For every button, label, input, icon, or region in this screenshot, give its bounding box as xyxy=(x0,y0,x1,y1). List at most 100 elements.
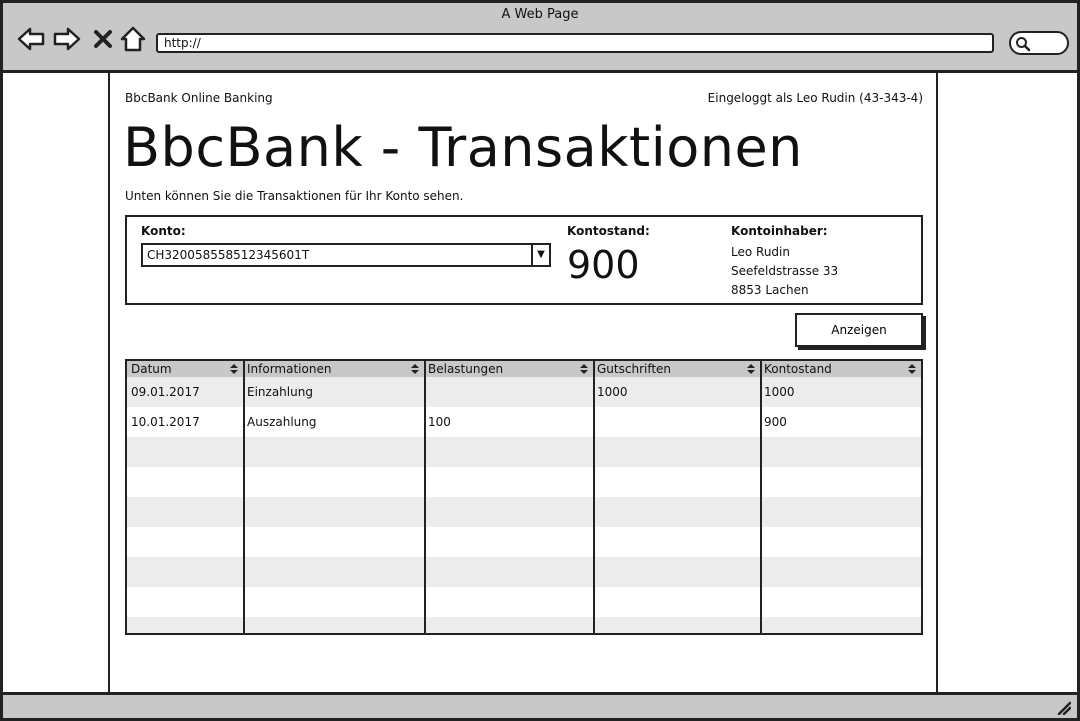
table-cell xyxy=(760,587,921,617)
table-row[interactable]: 10.01.2017 Auszahlung 100 900 xyxy=(127,407,921,437)
balance-value: 900 xyxy=(567,243,640,287)
table-cell xyxy=(593,557,760,587)
table-cell xyxy=(424,617,593,633)
table-cell xyxy=(127,617,243,633)
table-cell xyxy=(593,437,760,467)
sort-icon[interactable] xyxy=(907,363,917,375)
table-cell xyxy=(760,557,921,587)
column-header-label: Kontostand xyxy=(764,362,832,376)
sort-icon[interactable] xyxy=(746,363,756,375)
browser-statusbar xyxy=(3,692,1077,718)
table-cell: 10.01.2017 xyxy=(131,415,200,429)
table-row[interactable] xyxy=(127,617,921,633)
column-header-informationen[interactable]: Informationen xyxy=(243,361,424,377)
table-cell xyxy=(760,437,921,467)
column-header-gutschriften[interactable]: Gutschriften xyxy=(593,361,760,377)
sort-icon[interactable] xyxy=(229,363,239,375)
table-cell xyxy=(593,467,760,497)
table-cell xyxy=(424,437,593,467)
column-header-belastungen[interactable]: Belastungen xyxy=(424,361,593,377)
holder-city: 8853 Lachen xyxy=(731,283,809,297)
table-cell xyxy=(127,497,243,527)
forward-arrow-icon[interactable] xyxy=(53,25,81,53)
table-cell xyxy=(127,527,243,557)
show-button[interactable]: Anzeigen xyxy=(795,313,923,347)
table-cell xyxy=(424,557,593,587)
chevron-down-icon[interactable]: ▼ xyxy=(531,245,549,265)
column-header-label: Informationen xyxy=(247,362,332,376)
table-cell xyxy=(760,617,921,633)
table-cell: Auszahlung xyxy=(247,415,317,429)
table-cell: 100 xyxy=(428,415,451,429)
table-body: 09.01.2017 Einzahlung 1000 1000 10.01.2017 Au… xyxy=(127,377,921,633)
table-cell xyxy=(424,377,593,407)
table-cell xyxy=(243,467,424,497)
column-divider xyxy=(243,361,245,633)
table-cell xyxy=(424,497,593,527)
column-header-datum[interactable]: Datum xyxy=(127,361,243,377)
holder-label: Kontoinhaber: xyxy=(731,224,828,238)
close-icon[interactable] xyxy=(89,25,117,53)
table-cell xyxy=(424,467,593,497)
table-cell: 1000 xyxy=(764,385,795,399)
login-info: Eingeloggt als Leo Rudin (43-343-4) xyxy=(707,91,923,105)
table-cell xyxy=(593,587,760,617)
table-row[interactable] xyxy=(127,557,921,587)
table-cell xyxy=(424,527,593,557)
sort-icon[interactable] xyxy=(410,363,420,375)
account-select[interactable]: CH320058558512345601T ▼ xyxy=(141,243,551,267)
table-cell: 09.01.2017 xyxy=(131,385,200,399)
sort-icon[interactable] xyxy=(579,363,589,375)
table-row[interactable] xyxy=(127,587,921,617)
table-cell xyxy=(243,557,424,587)
page-subtitle: Unten können Sie die Transaktionen für I… xyxy=(125,189,464,203)
column-header-label: Belastungen xyxy=(428,362,504,376)
column-header-label: Gutschriften xyxy=(597,362,672,376)
table-cell xyxy=(127,467,243,497)
column-divider xyxy=(593,361,595,633)
table-cell xyxy=(243,437,424,467)
account-panel: Konto: CH320058558512345601T ▼ Kontostan… xyxy=(125,215,923,305)
column-divider xyxy=(424,361,426,633)
table-cell xyxy=(593,407,760,437)
table-row[interactable] xyxy=(127,437,921,467)
column-header-label: Datum xyxy=(131,362,172,376)
table-cell xyxy=(593,617,760,633)
back-arrow-icon[interactable] xyxy=(17,25,45,53)
table-cell xyxy=(760,527,921,557)
browser-titlebar: A Web Page http:// xyxy=(3,3,1077,73)
table-cell xyxy=(760,497,921,527)
column-header-kontostand[interactable]: Kontostand xyxy=(760,361,921,377)
page-title: BbcBank - Transaktionen xyxy=(123,116,803,179)
home-icon[interactable] xyxy=(119,25,147,53)
balance-label: Kontostand: xyxy=(567,224,650,238)
table-cell xyxy=(424,587,593,617)
table-header: Datum Informationen Belastungen Gutschri… xyxy=(127,361,921,377)
table-cell: 1000 xyxy=(597,385,628,399)
resize-grip-icon[interactable] xyxy=(1055,699,1071,715)
table-cell xyxy=(243,587,424,617)
table-row[interactable] xyxy=(127,527,921,557)
table-cell xyxy=(243,527,424,557)
account-label: Konto: xyxy=(141,224,186,238)
browser-search-field[interactable] xyxy=(1009,31,1069,55)
url-input[interactable]: http:// xyxy=(156,33,994,53)
table-row[interactable] xyxy=(127,467,921,497)
table-cell xyxy=(243,617,424,633)
brand-label: BbcBank Online Banking xyxy=(125,91,273,105)
column-divider xyxy=(760,361,762,633)
table-cell xyxy=(127,557,243,587)
search-icon xyxy=(1016,37,1031,52)
table-row[interactable] xyxy=(127,497,921,527)
table-row[interactable]: 09.01.2017 Einzahlung 1000 1000 xyxy=(127,377,921,407)
table-cell xyxy=(593,497,760,527)
browser-window: A Web Page http:// BbcBank Online Bankin… xyxy=(0,0,1080,721)
table-cell xyxy=(127,437,243,467)
table-cell xyxy=(243,497,424,527)
table-cell xyxy=(760,467,921,497)
table-cell: 900 xyxy=(764,415,787,429)
transactions-table: Datum Informationen Belastungen Gutschri… xyxy=(125,359,923,635)
window-title: A Web Page xyxy=(501,7,579,22)
account-select-value: CH320058558512345601T xyxy=(147,248,310,262)
table-cell xyxy=(127,587,243,617)
